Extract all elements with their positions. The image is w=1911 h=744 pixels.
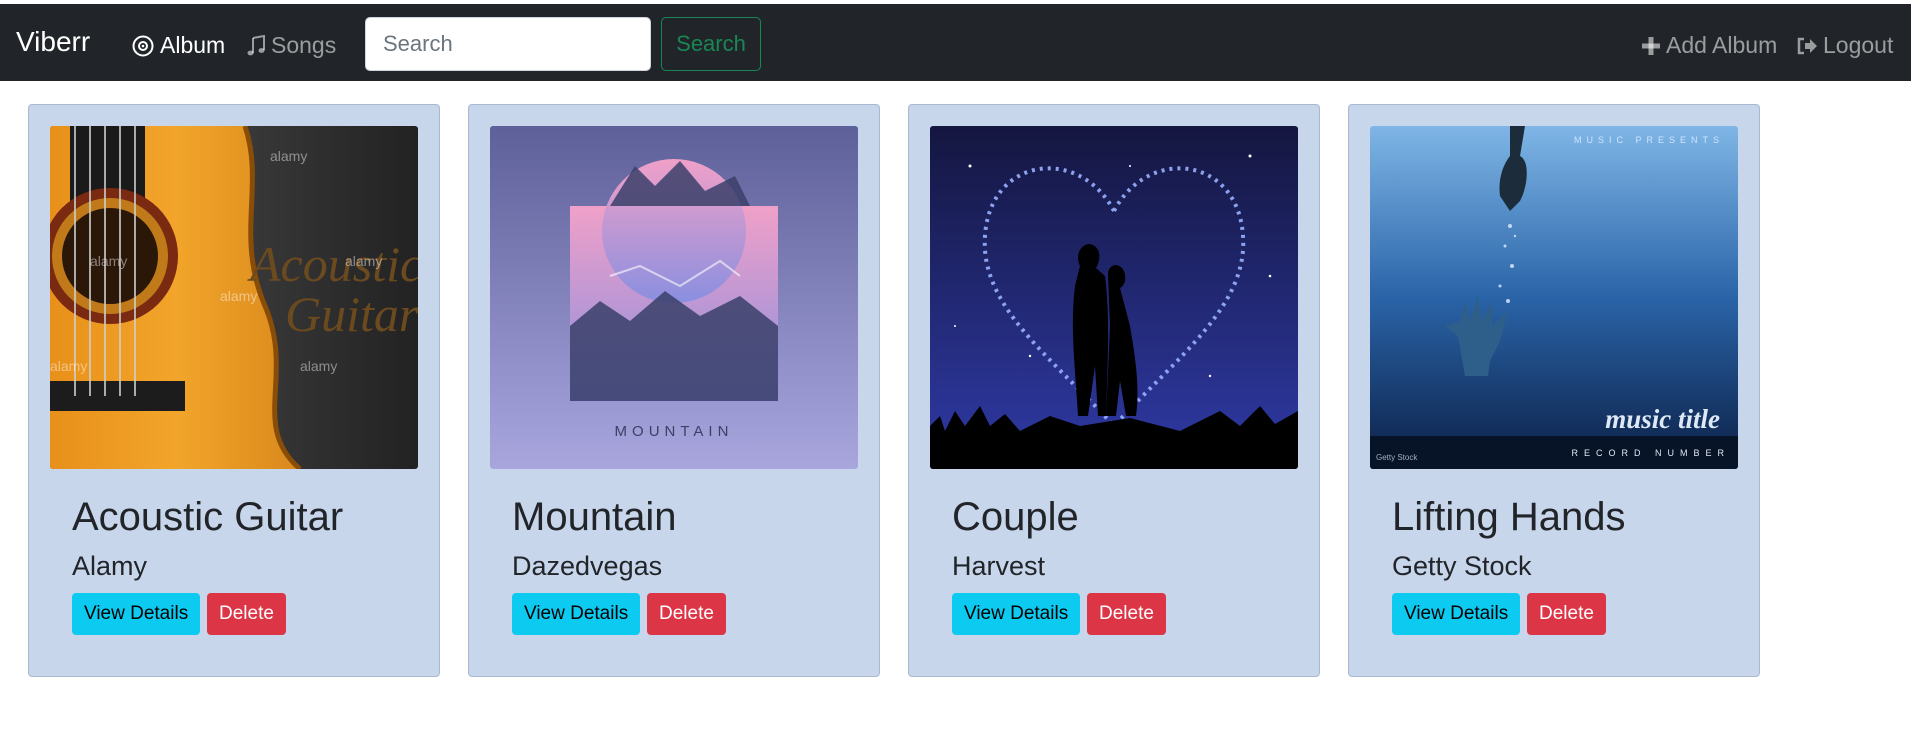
svg-text:alamy: alamy bbox=[300, 358, 337, 374]
nav-link-album-label: Album bbox=[160, 32, 226, 58]
delete-button[interactable]: Delete bbox=[1087, 593, 1166, 635]
album-artist: Dazedvegas bbox=[512, 551, 663, 581]
album-title: Couple bbox=[952, 495, 1079, 539]
album-card: Couple Harvest View Details Delete bbox=[908, 104, 1320, 677]
add-album-link[interactable]: Add Album bbox=[1642, 32, 1777, 59]
album-title: Acoustic Guitar bbox=[72, 495, 344, 539]
delete-button[interactable]: Delete bbox=[207, 593, 286, 635]
nav-link-album[interactable]: Album bbox=[132, 32, 225, 59]
cover-credit-text: Getty Stock bbox=[1376, 453, 1418, 462]
plus-icon bbox=[1642, 36, 1660, 55]
disc-icon bbox=[132, 35, 154, 57]
album-cover-image[interactable]: MUSIC PRESENTS music title RECORD NUMBER… bbox=[1370, 126, 1738, 469]
view-details-button[interactable]: View Details bbox=[512, 593, 641, 635]
logout-link[interactable]: Logout bbox=[1797, 32, 1893, 59]
svg-text:alamy: alamy bbox=[90, 253, 127, 269]
album-card: Acoustic Guitar alamy alamy alamy alamy al… bbox=[28, 104, 440, 677]
logout-label: Logout bbox=[1823, 32, 1894, 58]
brand-logo[interactable]: Viberr bbox=[16, 26, 90, 58]
cover-title-text: MOUNTAIN bbox=[615, 423, 734, 440]
search-input[interactable] bbox=[365, 17, 651, 71]
album-cover-image[interactable] bbox=[930, 126, 1298, 469]
music-note-icon bbox=[247, 34, 265, 57]
search-button[interactable]: Search bbox=[661, 17, 761, 71]
nav-link-songs[interactable]: Songs bbox=[247, 32, 336, 59]
delete-button[interactable]: Delete bbox=[1527, 593, 1606, 635]
svg-text:alamy: alamy bbox=[220, 288, 257, 304]
album-cover-image[interactable]: Acoustic Guitar alamy alamy alamy alamy al… bbox=[50, 126, 418, 469]
nav-link-songs-label: Songs bbox=[271, 32, 337, 58]
delete-button[interactable]: Delete bbox=[647, 593, 726, 635]
album-cover-image[interactable]: MOUNTAIN bbox=[490, 126, 858, 469]
cover-bottom-text: RECORD NUMBER bbox=[1571, 448, 1730, 458]
album-card: MUSIC PRESENTS music title RECORD NUMBER… bbox=[1348, 104, 1760, 677]
album-title: Mountain bbox=[512, 495, 677, 539]
view-details-button[interactable]: View Details bbox=[1392, 593, 1521, 635]
svg-text:alamy: alamy bbox=[50, 358, 87, 374]
view-details-button[interactable]: View Details bbox=[952, 593, 1081, 635]
album-title: Lifting Hands bbox=[1392, 495, 1626, 539]
album-artist: Harvest bbox=[952, 551, 1046, 581]
album-artist: Alamy bbox=[72, 551, 148, 581]
add-album-label: Add Album bbox=[1666, 32, 1778, 58]
view-details-button[interactable]: View Details bbox=[72, 593, 201, 635]
album-card: MOUNTAIN Mountain Dazedvegas View Detail… bbox=[468, 104, 880, 677]
svg-text:alamy: alamy bbox=[345, 253, 382, 269]
top-navbar: Viberr Album Songs Search Add Album Logo… bbox=[0, 4, 1911, 81]
cover-title-text: music title bbox=[1605, 404, 1720, 434]
cover-top-text: MUSIC PRESENTS bbox=[1574, 135, 1724, 145]
svg-text:alamy: alamy bbox=[270, 148, 307, 164]
album-artist: Getty Stock bbox=[1392, 551, 1532, 581]
cover-subtitle-text: Guitar bbox=[285, 286, 418, 342]
logout-icon bbox=[1797, 37, 1817, 55]
cover-title-text: Acoustic bbox=[247, 236, 418, 292]
